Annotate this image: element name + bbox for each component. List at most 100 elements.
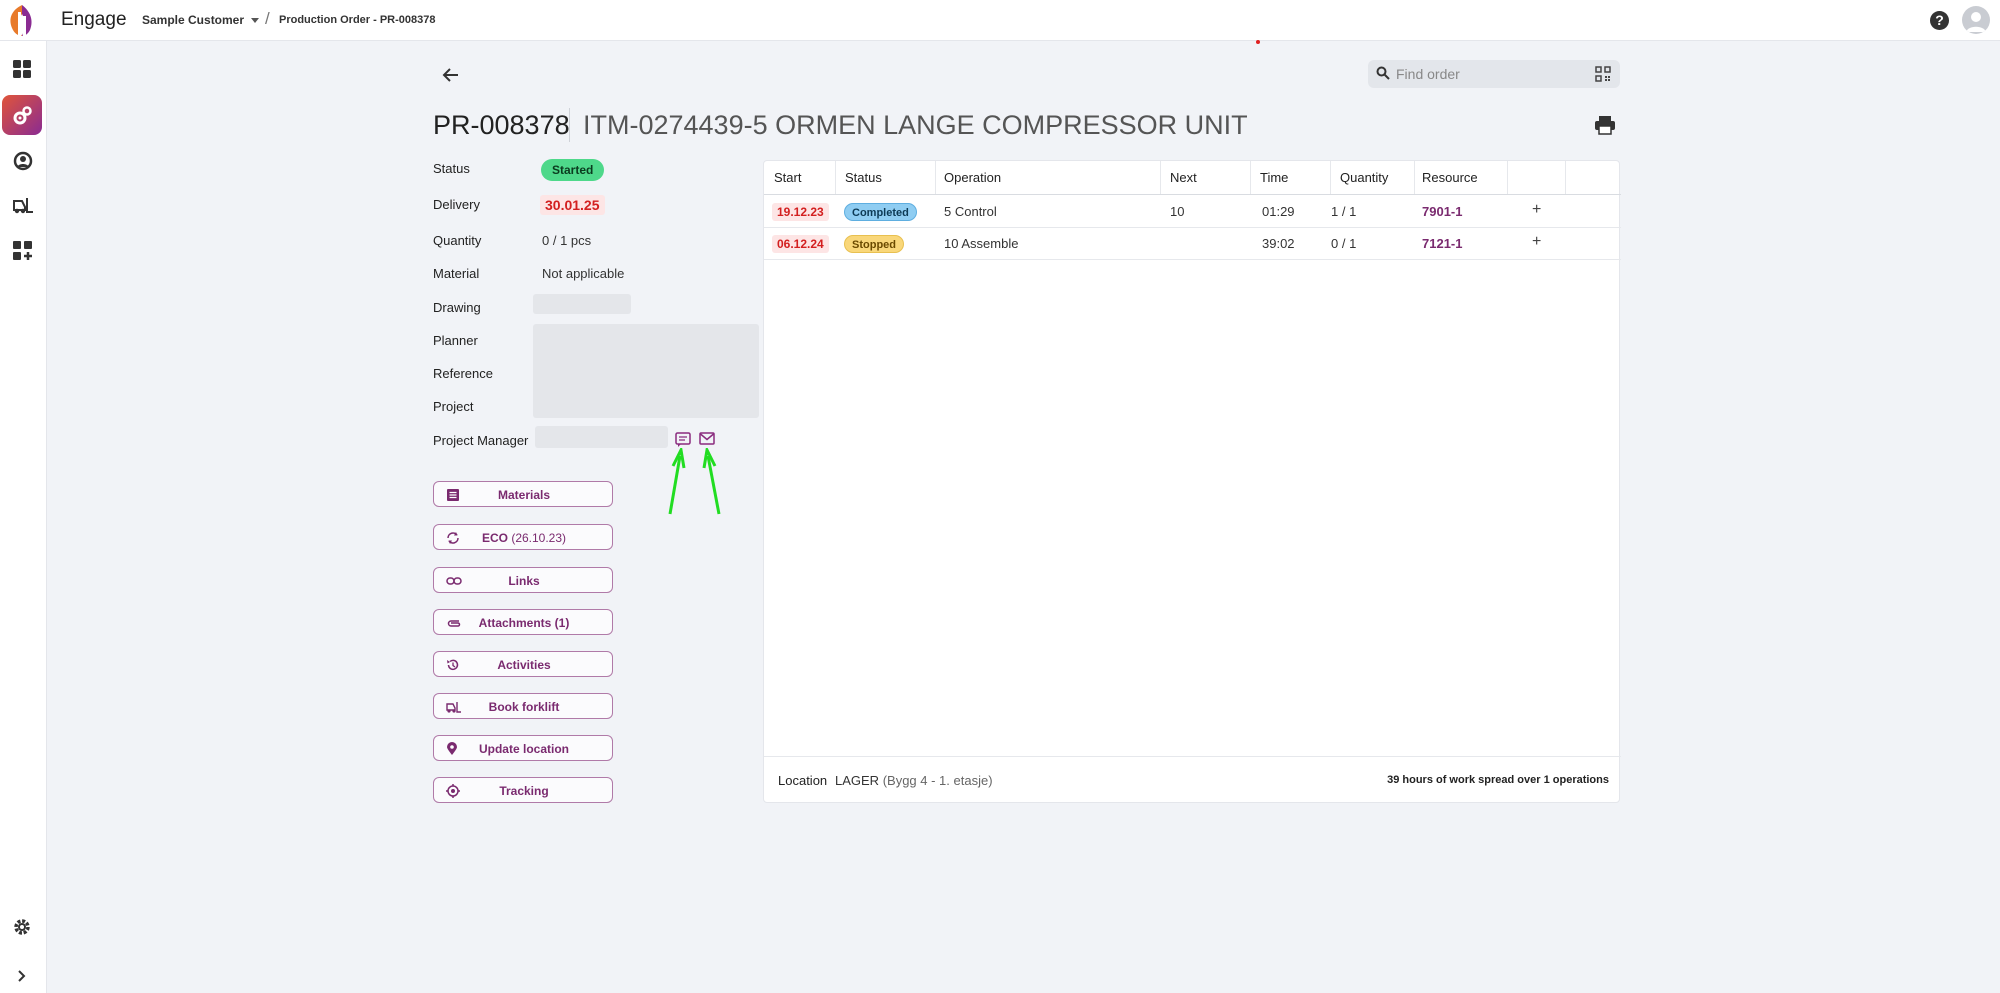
customer-name: Sample Customer [142,13,245,27]
material-label: Material [433,266,480,281]
eco-button[interactable]: ECO (26.10.23) [433,524,613,550]
row-next: 10 [1170,204,1185,219]
header-divider [764,194,1621,195]
gear-icon [14,919,30,935]
column-divider [1330,161,1331,194]
update-location-button[interactable]: Update location [433,735,613,761]
row-operation: 10 Assemble [944,236,1019,251]
material-value: Not applicable [542,266,625,281]
project-manager-label: Project Manager [433,433,529,448]
drawing-label: Drawing [433,300,481,315]
column-header-quantity[interactable]: Quantity [1340,170,1388,185]
column-divider [1414,161,1415,194]
project-manager-redacted [535,426,668,448]
help-icon[interactable]: ? [1930,11,1949,30]
row-quantity: 0 / 1 [1331,236,1357,251]
column-header-resource[interactable]: Resource [1422,170,1478,185]
planner-label: Planner [433,333,478,348]
sidebar-item-add-widget[interactable] [2,230,42,270]
activities-button[interactable]: Activities [433,651,613,677]
row-resource-link[interactable]: 7121-1 [1422,236,1462,251]
row-operation: 5 Control [944,204,997,219]
sidebar-item-forklift[interactable] [2,185,42,225]
row-quantity: 1 / 1 [1331,204,1357,219]
sidebar-item-support[interactable] [2,140,42,180]
add-row-icon[interactable]: + [1532,233,1541,251]
dashboard-icon [13,60,31,78]
add-row-icon[interactable]: + [1532,201,1541,219]
tracking-label: Tracking [499,784,549,798]
links-label: Links [508,574,540,588]
materials-label: Materials [497,488,551,502]
row-time: 01:29 [1262,204,1295,219]
book-forklift-label: Book forklift [488,700,560,714]
reference-label: Reference [433,366,493,381]
sidebar-expand[interactable] [2,957,42,993]
quantity-value: 0 / 1 pcs [542,233,592,248]
caret-down-icon [251,18,260,24]
work-summary: 39 hours of work spread over 1 operation… [1387,774,1609,786]
forklift-icon [13,198,33,214]
breadcrumb-separator: / [265,9,270,28]
top-bar: Engage Sample Customer / Production Orde… [0,0,2000,41]
chevron-right-icon [18,970,26,982]
status-label: Status [433,161,470,176]
planner-reference-project-redacted [533,324,759,418]
row-start-date: 19.12.23 [772,203,829,221]
annotation-arrow-icon [702,448,721,515]
search-input[interactable] [1396,64,1586,84]
column-header-next[interactable]: Next [1170,170,1197,185]
support-icon [13,151,33,171]
footer-divider [764,756,1621,757]
delivery-label: Delivery [433,197,480,212]
column-divider [1160,161,1161,194]
order-item-title: ITM-0274439-5 ORMEN LANGE COMPRESSOR UNI… [583,110,1248,140]
search-icon [1376,66,1390,80]
status-badge: Started [541,159,605,181]
column-header-operation[interactable]: Operation [944,170,1001,185]
row-time: 39:02 [1262,236,1295,251]
customer-selector[interactable]: Sample Customer [142,13,260,27]
eco-label: ECO (26.10.23) [481,531,567,545]
row-divider [764,227,1621,228]
book-forklift-button[interactable]: Book forklift [433,693,613,719]
row-start-date: 06.12.24 [772,235,829,253]
column-header-start[interactable]: Start [774,170,801,185]
column-divider [1507,161,1508,194]
column-divider [1250,161,1251,194]
materials-button[interactable]: Materials [433,481,613,507]
annotation-arrow-icon [668,448,686,515]
arrow-left-icon [442,68,458,82]
drawing-value-redacted [533,294,631,314]
links-button[interactable]: Links [433,567,613,593]
activities-label: Activities [497,658,551,672]
row-resource-link[interactable]: 7901-1 [1422,204,1462,219]
column-divider [1565,161,1566,194]
operations-table: Start Status Operation Next Time Quantit… [763,160,1621,803]
tracking-button[interactable]: Tracking [433,777,613,803]
row-divider [764,259,1621,260]
row-status-badge: Completed [844,203,917,221]
column-header-time[interactable]: Time [1260,170,1288,185]
brand-name: Engage [61,9,127,30]
back-button[interactable] [440,64,462,86]
sidebar-item-production[interactable] [2,95,42,135]
location-value: LAGER (Bygg 4 - 1. etasje) [835,773,993,788]
gears-icon [13,106,32,125]
breadcrumb: Production Order - PR-008378 [279,14,436,26]
update-location-label: Update location [478,742,569,756]
sidebar [0,41,47,993]
sidebar-item-dashboard[interactable] [2,49,42,89]
location-label: Location [778,773,828,788]
avatar[interactable] [1962,6,1990,34]
qr-code-icon[interactable] [1595,66,1611,82]
column-header-status[interactable]: Status [845,170,882,185]
attachments-button[interactable]: Attachments (1) [433,609,613,635]
engage-logo-icon[interactable] [4,2,40,38]
add-widget-icon [13,241,32,260]
title-divider [569,108,570,142]
sidebar-item-settings[interactable] [2,907,42,947]
notification-dot [1256,40,1260,44]
column-divider [835,161,836,194]
print-icon[interactable] [1594,115,1616,140]
